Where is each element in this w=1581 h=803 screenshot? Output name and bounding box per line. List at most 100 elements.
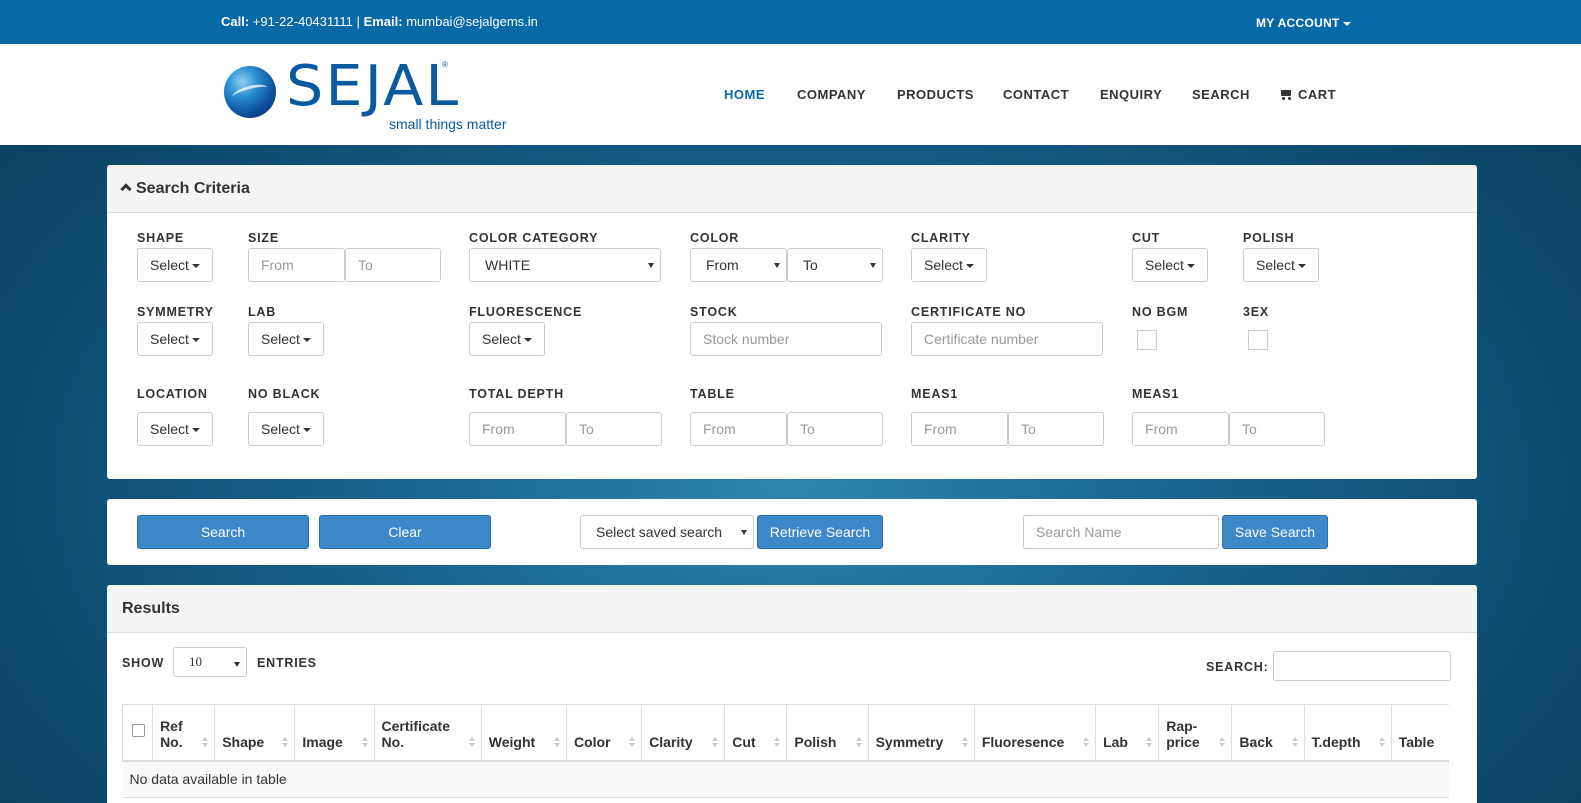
sort-icon <box>774 736 781 747</box>
sort-icon <box>1146 736 1153 747</box>
select-all-checkbox[interactable] <box>132 724 145 738</box>
nav-search[interactable]: SEARCH <box>1192 87 1250 102</box>
column-header-lab[interactable]: Lab <box>1095 704 1160 762</box>
clarity-label: CLARITY <box>911 231 971 245</box>
caret-down-icon <box>1297 264 1306 269</box>
symmetry-select-label: Select <box>150 331 189 347</box>
empty-table-message: No data available in table <box>122 760 1449 798</box>
lab-label: LAB <box>248 305 277 319</box>
shape-label: SHAPE <box>137 231 185 245</box>
stock-input[interactable]: Stock number <box>690 322 882 356</box>
retrieve-search-button[interactable]: Retrieve Search <box>757 515 883 549</box>
sort-icon <box>361 736 368 747</box>
nav-cart-label: CART <box>1298 87 1337 102</box>
nav-home[interactable]: HOME <box>724 87 765 102</box>
table-label: TABLE <box>690 387 735 401</box>
size-to-input[interactable]: To <box>345 248 441 282</box>
chevron-up-icon <box>120 183 132 195</box>
lab-select[interactable]: Select <box>248 322 324 356</box>
meas1-second-from-input[interactable]: From <box>1132 412 1229 446</box>
fluorescence-select[interactable]: Select <box>469 322 545 356</box>
location-select[interactable]: Select <box>137 412 213 446</box>
no-black-select[interactable]: Select <box>248 412 324 446</box>
size-from-input[interactable]: From <box>248 248 345 282</box>
results-panel: Results SHOW 10 ENTRIES SEARCH: Ref No. … <box>107 585 1477 803</box>
sort-icon <box>629 736 636 747</box>
column-header-label: Symmetry <box>875 733 944 750</box>
symmetry-select[interactable]: Select <box>137 322 213 356</box>
column-header-rap-price[interactable]: Rap-price <box>1158 704 1233 762</box>
column-header-polish[interactable]: Polish <box>786 704 869 762</box>
cut-label: CUT <box>1132 231 1161 245</box>
column-header-label: Lab <box>1103 733 1128 750</box>
total-depth-to-input[interactable]: To <box>566 412 662 446</box>
email-address[interactable]: mumbai@sejalgems.in <box>406 14 538 29</box>
column-header-label: Certificate No. <box>381 717 450 750</box>
table-to-input[interactable]: To <box>787 412 883 446</box>
column-header-ref-no[interactable]: Ref No. <box>152 704 216 762</box>
nav-enquiry[interactable]: ENQUIRY <box>1100 87 1162 102</box>
entries-select[interactable]: 10 <box>173 647 247 677</box>
column-header-certificate-no[interactable]: Certificate No. <box>374 704 482 762</box>
caret-down-icon <box>302 338 311 343</box>
sort-icon <box>1083 736 1090 747</box>
3ex-checkbox[interactable] <box>1248 330 1268 350</box>
column-header-t-depth[interactable]: T.depth <box>1304 704 1392 762</box>
column-header-color[interactable]: Color <box>566 704 643 762</box>
table-from-input[interactable]: From <box>690 412 787 446</box>
search-button[interactable]: Search <box>137 515 309 549</box>
nav-company[interactable]: COMPANY <box>797 87 866 102</box>
contact-info: Call: +91-22-40431111 | Email: mumbai@se… <box>221 14 538 29</box>
my-account-menu[interactable]: MY ACCOUNT <box>1256 16 1351 30</box>
meas1-second-to-input[interactable]: To <box>1229 412 1325 446</box>
polish-label: POLISH <box>1243 231 1295 245</box>
nav-contact[interactable]: CONTACT <box>1003 87 1069 102</box>
total-depth-from-input[interactable]: From <box>469 412 566 446</box>
column-header-back[interactable]: Back <box>1231 704 1305 762</box>
table-search-input[interactable] <box>1273 651 1451 681</box>
table-row: No data available in table <box>122 760 1449 798</box>
shape-select[interactable]: Select <box>137 248 213 282</box>
color-from-select[interactable]: From <box>690 248 787 282</box>
stock-label: STOCK <box>690 305 738 319</box>
polish-select[interactable]: Select <box>1243 248 1319 282</box>
color-category-select[interactable]: WHITE <box>469 248 661 282</box>
search-criteria-title: Search Criteria <box>136 180 250 197</box>
column-header-fluoresence[interactable]: Fluoresence <box>974 704 1097 762</box>
cut-select[interactable]: Select <box>1132 248 1208 282</box>
column-header-shape[interactable]: Shape <box>214 704 296 762</box>
meas1-to-input[interactable]: To <box>1008 412 1104 446</box>
search-name-input[interactable]: Search Name <box>1023 515 1219 549</box>
nav-products[interactable]: PRODUCTS <box>897 87 974 102</box>
column-header-label: Weight <box>488 733 536 750</box>
no-bgm-checkbox[interactable] <box>1137 330 1157 350</box>
call-label: Call: <box>221 14 250 29</box>
caret-down-icon <box>191 338 200 343</box>
site-header: SEJAL ® small things matter HOME COMPANY… <box>0 44 1581 145</box>
caret-down-icon <box>1186 264 1195 269</box>
search-criteria-heading[interactable]: Search Criteria <box>107 165 1477 213</box>
certificate-input[interactable]: Certificate number <box>911 322 1103 356</box>
color-to-select[interactable]: To <box>787 248 883 282</box>
fluorescence-label: FLUORESCENCE <box>469 305 583 319</box>
column-header-symmetry[interactable]: Symmetry <box>868 704 975 762</box>
column-header-cut[interactable]: Cut <box>724 704 788 762</box>
clarity-select[interactable]: Select <box>911 248 987 282</box>
saved-search-select[interactable]: Select saved search <box>580 515 754 549</box>
sort-icon <box>1378 736 1385 747</box>
sejal-logo[interactable]: SEJAL ® small things matter <box>224 54 519 136</box>
globe-logo-icon <box>224 66 276 118</box>
column-header-label: T.depth <box>1311 733 1361 750</box>
meas1-from-input[interactable]: From <box>911 412 1008 446</box>
save-search-button[interactable]: Save Search <box>1222 515 1328 549</box>
no-black-label: NO BLACK <box>248 387 321 401</box>
clear-button[interactable]: Clear <box>319 515 491 549</box>
column-header-clarity[interactable]: Clarity <box>641 704 726 762</box>
sort-icon <box>282 736 289 747</box>
column-header-weight[interactable]: Weight <box>481 704 567 762</box>
column-header-table[interactable]: Table <box>1391 704 1449 762</box>
column-header-image[interactable]: Image <box>294 704 375 762</box>
certificate-label: CERTIFICATE NO <box>911 305 1027 319</box>
table-search-label: SEARCH: <box>1206 660 1269 674</box>
nav-cart[interactable]: CART <box>1279 87 1336 102</box>
